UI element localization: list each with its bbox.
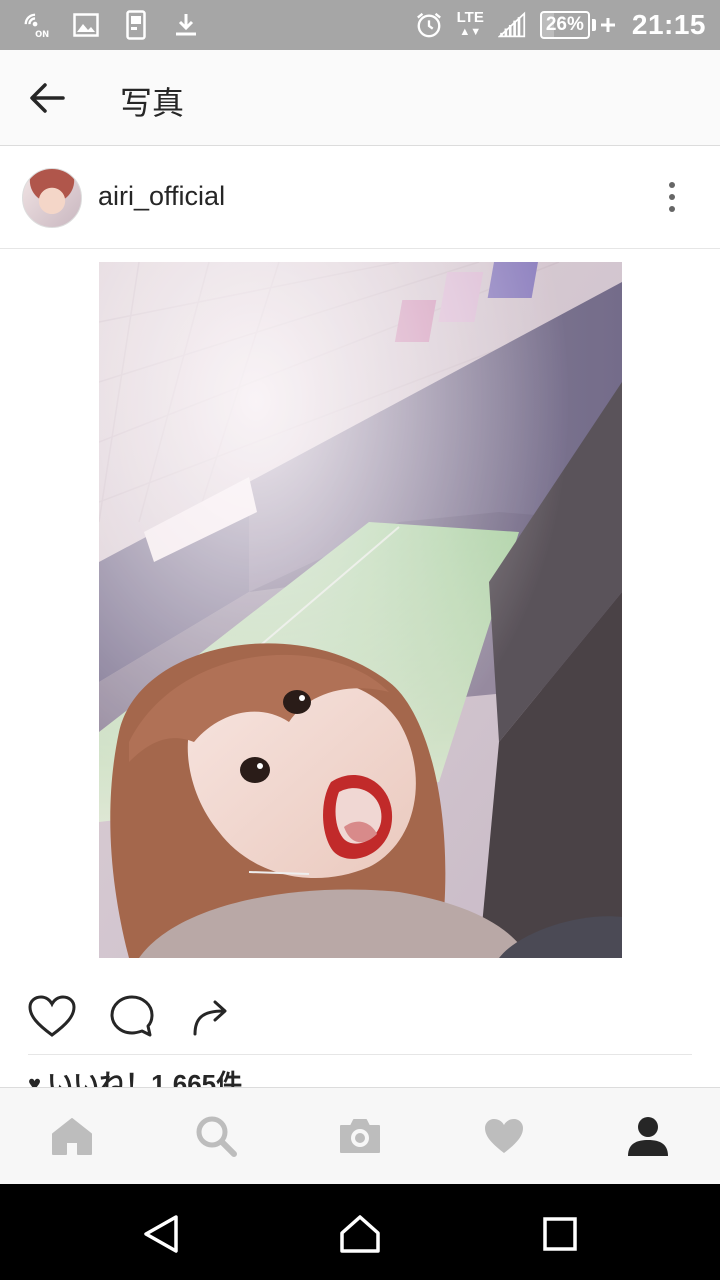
share-icon: [193, 1000, 227, 1036]
battery-indicator: 26%: [539, 11, 618, 39]
nav-home-button[interactable]: [336, 1210, 384, 1258]
camera-icon: [340, 1119, 380, 1153]
arrow-left-icon: [30, 83, 65, 113]
post-header: airi_official: [0, 147, 720, 249]
status-bar: ON LTE ▲▼ 26% 21:15: [0, 0, 720, 50]
back-triangle-icon: [144, 1215, 178, 1253]
tab-camera[interactable]: [336, 1112, 384, 1160]
nfc-on-icon: ON: [22, 11, 50, 39]
download-icon: [172, 11, 200, 39]
app-bar: 写真: [0, 50, 720, 146]
bottom-tab-bar: [0, 1087, 720, 1184]
stadium-selfie-image: [99, 262, 622, 958]
status-notification-icons: ON: [22, 8, 200, 42]
tab-home[interactable]: [48, 1112, 96, 1160]
post-actions: [0, 985, 720, 1047]
page-title: 写真: [120, 84, 185, 122]
heart-icon: [485, 1119, 523, 1153]
more-vertical-icon: [669, 182, 675, 188]
recents-square-icon: [543, 1217, 577, 1251]
status-clock: 21:15: [631, 9, 706, 40]
like-button[interactable]: [26, 991, 78, 1041]
status-system-icons: LTE ▲▼ 26% 21:15: [415, 6, 706, 44]
charging-plus-icon: [600, 18, 615, 32]
tab-profile[interactable]: [624, 1112, 672, 1160]
home-icon: [52, 1118, 92, 1155]
share-button[interactable]: [186, 991, 238, 1041]
network-type: LTE ▲▼: [456, 9, 484, 38]
heart-outline-icon: [28, 995, 76, 1037]
actions-divider: [28, 1054, 692, 1055]
tab-activity[interactable]: [480, 1112, 528, 1160]
image-icon: [72, 11, 100, 39]
more-options-button[interactable]: [656, 177, 688, 217]
alarm-icon: [415, 11, 443, 39]
tab-search[interactable]: [192, 1112, 240, 1160]
battery-cap: [591, 19, 596, 31]
battery-percent: 26%: [545, 14, 584, 35]
profile-icon: [628, 1117, 668, 1156]
svg-text:ON: ON: [35, 29, 49, 39]
back-button[interactable]: [20, 74, 74, 122]
system-nav-bar: [0, 1184, 720, 1280]
post-photo[interactable]: [99, 262, 622, 958]
avatar[interactable]: [22, 168, 82, 228]
username-link[interactable]: airi_official: [98, 181, 225, 212]
comment-icon: [110, 995, 154, 1037]
signal-icon: [497, 11, 526, 39]
phone-icon: [122, 10, 150, 40]
home-circle-icon: [340, 1215, 380, 1253]
nav-back-button[interactable]: [136, 1210, 184, 1258]
search-icon: [196, 1116, 237, 1157]
battery-body: 26%: [539, 11, 590, 39]
comment-button[interactable]: [106, 991, 158, 1041]
nav-recents-button[interactable]: [536, 1210, 584, 1258]
